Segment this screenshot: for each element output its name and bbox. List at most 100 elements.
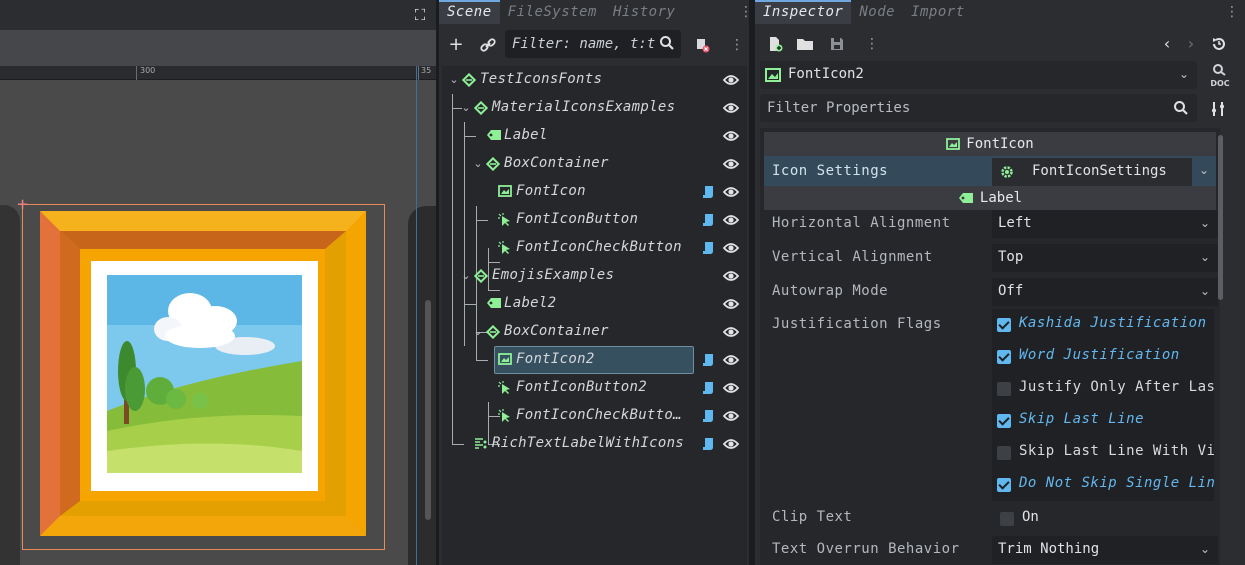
tree-item[interactable]: FontIconButton2	[442, 374, 747, 402]
tree-item[interactable]: FontIconButton	[442, 206, 747, 234]
visibility-eye-icon[interactable]	[722, 269, 740, 283]
tree-item[interactable]: ⌄ MaterialIconsExamples	[442, 94, 747, 122]
tree-item[interactable]: ⌄ BoxContainer	[442, 150, 747, 178]
inspected-node-selector[interactable]: FontIcon2 ⌄	[760, 61, 1197, 89]
open-folder-icon[interactable]	[793, 32, 817, 56]
visibility-eye-icon[interactable]	[722, 101, 740, 115]
inspector-dock-menu-icon[interactable]: ⋮	[1225, 4, 1239, 20]
tree-item[interactable]: RichTextLabelWithIcons	[442, 430, 747, 458]
tree-item[interactable]: FontIconCheckButto…	[442, 402, 747, 430]
tab-inspector[interactable]: Inspector	[755, 0, 852, 24]
new-resource-icon[interactable]	[763, 32, 787, 56]
script-icon[interactable]	[702, 241, 714, 255]
script-icon[interactable]	[702, 409, 714, 423]
scene-menu-icon[interactable]: ⋮	[730, 37, 744, 53]
justification-flag[interactable]: Do Not Skip Single Lin	[997, 469, 1214, 501]
tab-filesystem[interactable]: FileSystem	[500, 0, 605, 24]
script-icon[interactable]	[702, 437, 714, 451]
justification-flag[interactable]: Word Justification	[997, 341, 1214, 373]
checkbox[interactable]	[997, 478, 1011, 492]
open-docs-button[interactable]: DOC	[1207, 64, 1233, 90]
chevron-down-icon[interactable]: ⌄	[1199, 163, 1209, 177]
icon-settings-resource[interactable]: FontIconSettings	[992, 158, 1192, 186]
tree-item[interactable]: FontIconCheckButton	[442, 234, 747, 262]
save-icon[interactable]	[825, 32, 849, 56]
justification-flag[interactable]: Justify Only After Las	[997, 373, 1214, 405]
tree-item[interactable]: ⌄ TestIconsFonts	[442, 66, 747, 94]
visibility-eye-icon[interactable]	[722, 297, 740, 311]
visibility-eye-icon[interactable]	[722, 353, 740, 367]
scene-filter-input[interactable]	[505, 30, 655, 58]
tree-item[interactable]: FontIcon2	[442, 346, 747, 374]
checkbox[interactable]	[997, 414, 1011, 428]
justification-flag[interactable]: Skip Last Line With Vi	[997, 437, 1214, 469]
history-icon[interactable]	[1207, 32, 1231, 56]
checkbox[interactable]	[997, 446, 1011, 460]
section-label[interactable]: Label	[764, 186, 1216, 210]
tree-item[interactable]: FontIcon	[442, 178, 747, 206]
prop-horizontal-alignment[interactable]: Horizontal Alignment Left ⌄	[764, 208, 1218, 240]
history-forward-icon[interactable]: ›	[1179, 32, 1203, 56]
justification-flag[interactable]: Kashida Justification	[997, 309, 1214, 341]
clip-text-toggle[interactable]: On	[992, 504, 1218, 532]
expand-arrow-icon[interactable]: ⌄	[460, 101, 472, 115]
inspector-menu-icon[interactable]: ⋮	[865, 36, 879, 52]
script-icon[interactable]	[702, 185, 714, 199]
expand-arrow-icon[interactable]: ⌄	[472, 325, 484, 339]
visibility-eye-icon[interactable]	[722, 437, 740, 451]
visibility-eye-icon[interactable]	[722, 185, 740, 199]
visibility-eye-icon[interactable]	[722, 129, 740, 143]
dock-menu-icon[interactable]: ⋮	[739, 4, 753, 20]
tab-history[interactable]: History	[605, 0, 684, 24]
checkbox[interactable]	[1000, 512, 1014, 526]
expand-arrow-icon[interactable]: ⌄	[472, 157, 484, 171]
prop-vertical-alignment[interactable]: Vertical Alignment Top ⌄	[764, 242, 1218, 274]
section-fonticon[interactable]: FontIcon	[764, 132, 1216, 156]
inspector-scrollbar[interactable]	[1218, 135, 1223, 300]
expand-arrow-icon[interactable]: ⌄	[448, 73, 460, 87]
scene-filter[interactable]	[505, 30, 681, 58]
autowrap-mode-select[interactable]: Off ⌄	[992, 278, 1218, 306]
filter-properties[interactable]	[760, 94, 1197, 122]
text-overrun-select[interactable]: Trim Nothing ⌄	[992, 536, 1218, 564]
checkbox[interactable]	[997, 318, 1011, 332]
visibility-eye-icon[interactable]	[722, 241, 740, 255]
filter-properties-input[interactable]	[760, 94, 1160, 122]
add-node-icon[interactable]: +	[444, 33, 468, 57]
horizontal-alignment-select[interactable]: Left ⌄	[992, 210, 1218, 238]
tree-item[interactable]: ⌄ BoxContainer	[442, 318, 747, 346]
checkbox[interactable]	[997, 350, 1011, 364]
expand-icon[interactable]: ⛶	[410, 5, 430, 25]
prop-text-overrun[interactable]: Text Overrun Behavior Trim Nothing ⌄	[764, 534, 1218, 565]
tree-item[interactable]: Label2	[442, 290, 747, 318]
prop-clip-text[interactable]: Clip Text On	[764, 502, 1216, 534]
canvas-viewport[interactable]: ⛶ 300 35 +	[0, 0, 436, 565]
tab-import[interactable]: Import	[903, 0, 973, 24]
vertical-alignment-select[interactable]: Top ⌄	[992, 244, 1218, 272]
wrench-icon[interactable]	[1210, 100, 1228, 118]
script-icon[interactable]	[702, 381, 714, 395]
prop-autowrap-mode[interactable]: Autowrap Mode Off ⌄	[764, 276, 1218, 308]
script-icon[interactable]	[702, 353, 714, 367]
tab-node[interactable]: Node	[851, 0, 903, 24]
checkbox[interactable]	[997, 382, 1011, 396]
script-remove-icon[interactable]	[690, 33, 714, 57]
script-icon[interactable]	[702, 213, 714, 227]
expand-arrow-icon[interactable]: ⌄	[460, 269, 472, 283]
visibility-eye-icon[interactable]	[722, 73, 740, 87]
visibility-eye-icon[interactable]	[722, 157, 740, 171]
scene-tree[interactable]: ⌄ TestIconsFonts ⌄ MaterialIconsExamples Lab…	[442, 66, 747, 565]
visibility-eye-icon[interactable]	[722, 381, 740, 395]
prop-icon-settings[interactable]: Icon Settings FontIconSettings ⌄	[764, 156, 1216, 188]
viewport-scrollbar[interactable]	[425, 300, 431, 520]
justification-flag[interactable]: Skip Last Line	[997, 405, 1214, 437]
visibility-eye-icon[interactable]	[722, 213, 740, 227]
tree-item[interactable]: ⌄ EmojisExamples	[442, 262, 747, 290]
instance-link-icon[interactable]	[476, 33, 500, 57]
visibility-eye-icon[interactable]	[722, 325, 740, 339]
pivot-icon[interactable]: +	[15, 196, 30, 214]
visibility-eye-icon[interactable]	[722, 409, 740, 423]
history-back-icon[interactable]: ‹	[1155, 32, 1179, 56]
tree-item[interactable]: Label	[442, 122, 747, 150]
tab-scene[interactable]: Scene	[439, 0, 500, 24]
